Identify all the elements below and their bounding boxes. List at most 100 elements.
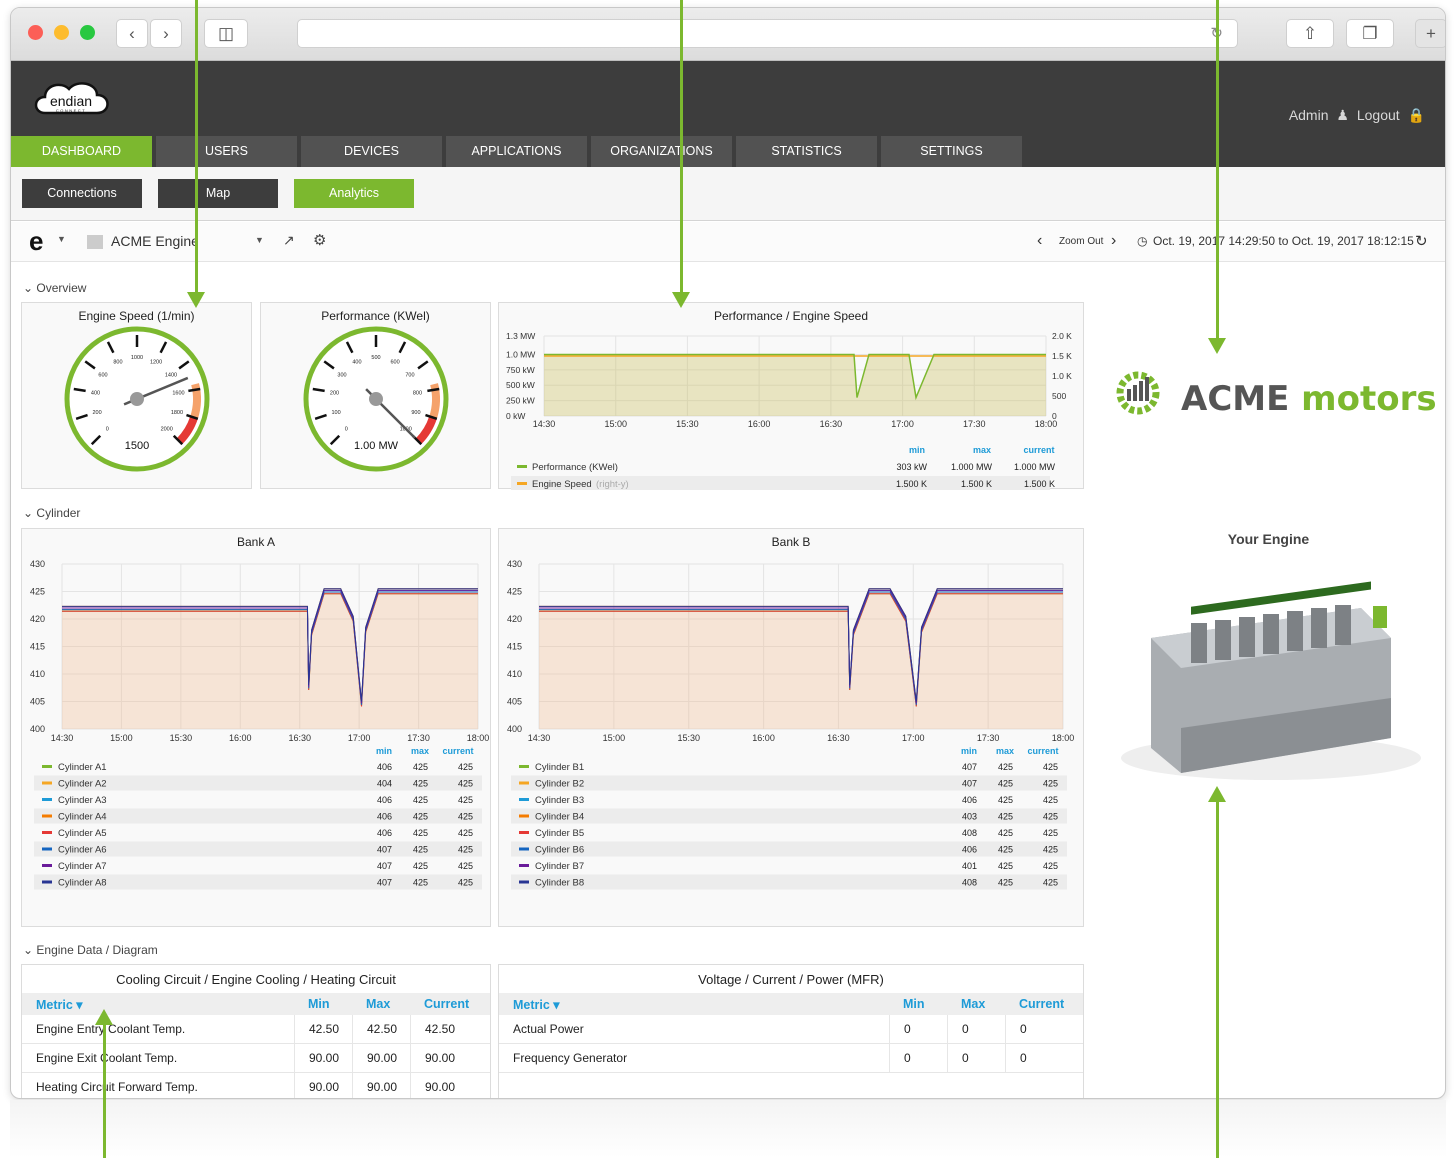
browser-window: ‹ › ◫ ↻ ⇧ ❐ + endian CONNECT Admin ♟ Log… xyxy=(10,7,1446,1099)
tab-users[interactable]: USERS xyxy=(156,136,297,167)
table-cell: 42.50 xyxy=(352,1014,410,1044)
cooling-table: Metric ▾ Min Max Current Engine Entry Coolan… xyxy=(22,993,490,1098)
tab-statistics[interactable]: STATISTICS xyxy=(736,136,877,167)
back-icon[interactable]: ‹ xyxy=(116,19,148,48)
legend-value: 425 xyxy=(458,779,473,789)
table-cell: 90.00 xyxy=(294,1043,352,1073)
share-dashboard-icon[interactable]: ↗ xyxy=(283,232,295,249)
zoom-forward-icon[interactable]: › xyxy=(1111,232,1116,250)
legend-value: 425 xyxy=(998,762,1013,772)
legend-value: 425 xyxy=(413,779,428,789)
y-tick-label: 750 kW xyxy=(506,365,535,375)
refresh-icon[interactable]: ↻ xyxy=(1415,232,1428,250)
legend-swatch xyxy=(519,864,529,867)
x-tick-label: 17:30 xyxy=(407,733,430,743)
row-title: Engine Data / Diagram xyxy=(36,943,158,957)
dashboard-caret-icon[interactable]: ▼ xyxy=(255,235,264,245)
admin-link[interactable]: Admin xyxy=(1289,107,1329,123)
close-dot[interactable] xyxy=(28,25,43,40)
sidebar-icon[interactable]: ◫ xyxy=(204,19,248,48)
legend-name: Cylinder B8 xyxy=(535,878,584,889)
row-overview[interactable]: ⌄ Overview xyxy=(23,281,86,295)
legend-value: 406 xyxy=(377,812,392,822)
x-tick-label: 15:00 xyxy=(110,733,133,743)
tab-settings[interactable]: SETTINGS xyxy=(881,136,1022,167)
column-header-max[interactable]: Max xyxy=(947,997,1005,1011)
column-header-min[interactable]: Min xyxy=(889,997,947,1011)
table-cell: 42.50 xyxy=(294,1014,352,1044)
dashboard-grid-icon xyxy=(87,235,103,249)
legend-name: Cylinder B2 xyxy=(535,779,584,790)
tab-dashboard[interactable]: DASHBOARD xyxy=(11,136,152,173)
table-cell: 0 xyxy=(1005,1014,1083,1044)
performance-chart: 1.3 MW 1.0 MW 750 kW 500 kW 250 kW 0 kW 2.0 K 1… xyxy=(506,331,1072,490)
new-tab-icon[interactable]: + xyxy=(1415,19,1445,48)
tab-organizations[interactable]: ORGANIZATIONS xyxy=(591,136,732,167)
table-row: Actual Power 0 0 0 xyxy=(499,1014,1083,1044)
share-icon[interactable]: ⇧ xyxy=(1286,19,1334,48)
app-logo-icon[interactable]: e xyxy=(29,226,43,257)
legend-swatch xyxy=(42,864,52,867)
legend-value: 425 xyxy=(998,779,1013,789)
performance-chart-panel: Performance / Engine Speed 1.3 MW 1.0 MW 7… xyxy=(498,302,1084,490)
gauge-tick-label: 1400 xyxy=(165,372,177,378)
legend-header: current xyxy=(1023,445,1054,455)
row-title: Cylinder xyxy=(36,506,81,520)
legend-row-bg xyxy=(511,775,1067,791)
map-button[interactable]: Map xyxy=(158,179,278,208)
gauge-tick-label: 800 xyxy=(113,360,122,366)
column-header-metric[interactable]: Metric ▾ xyxy=(499,997,889,1012)
chevron-down-icon: ⌄ xyxy=(23,943,34,957)
column-header-current[interactable]: Current xyxy=(410,997,490,1011)
analytics-button[interactable]: Analytics xyxy=(294,179,414,208)
connections-button[interactable]: Connections xyxy=(22,179,142,208)
zoom-back-icon[interactable]: ‹ xyxy=(1037,232,1042,250)
y-tick-label: 400 xyxy=(30,724,45,734)
gauge-tick-label: 300 xyxy=(337,372,346,378)
svg-text:endian: endian xyxy=(50,93,92,109)
table-cell: 90.00 xyxy=(410,1072,490,1098)
column-header-min[interactable]: Min xyxy=(294,997,352,1011)
column-header-current[interactable]: Current xyxy=(1005,997,1083,1011)
legend-value: 425 xyxy=(458,795,473,805)
address-bar[interactable]: ↻ xyxy=(297,19,1238,48)
time-range-picker[interactable]: Oct. 19, 2017 14:29:50 to Oct. 19, 2017 … xyxy=(1153,234,1414,248)
panel-title: Cooling Circuit / Engine Cooling / Heati… xyxy=(116,972,396,987)
row-cylinder[interactable]: ⌄ Cylinder xyxy=(23,506,80,520)
settings-gear-icon[interactable]: ⚙ xyxy=(313,231,326,249)
legend-name: Cylinder B7 xyxy=(535,861,584,872)
dashboard-picker[interactable]: ACME Engine xyxy=(111,233,197,249)
y-tick-label: 420 xyxy=(30,614,45,624)
x-tick-label: 15:00 xyxy=(604,419,627,429)
column-header-metric[interactable]: Metric ▾ xyxy=(22,997,294,1012)
y-tick-label: 250 kW xyxy=(506,396,535,406)
table-cell: Actual Power xyxy=(513,1021,584,1036)
table-cell: 42.50 xyxy=(410,1014,490,1044)
table-header: Metric ▾ Min Max Current xyxy=(22,993,490,1015)
column-header-max[interactable]: Max xyxy=(352,997,410,1011)
zoom-out-button[interactable]: Zoom Out xyxy=(1059,236,1103,247)
y2-tick-label: 1.5 K xyxy=(1052,351,1072,361)
row-engine-data[interactable]: ⌄ Engine Data / Diagram xyxy=(23,943,158,957)
legend-value: 425 xyxy=(1043,762,1058,772)
table-cell: 0 xyxy=(1005,1043,1083,1073)
logout-link[interactable]: Logout xyxy=(1357,107,1400,123)
y-tick-label: 430 xyxy=(507,559,522,569)
area-fill xyxy=(539,591,1063,729)
tabs-icon[interactable]: ❐ xyxy=(1346,19,1394,48)
chevron-down-icon: ⌄ xyxy=(23,506,34,520)
bank-b-panel: Bank B 430 425 420 415 410 405 400 14:30 15:00 15… xyxy=(498,528,1084,927)
forward-icon[interactable]: › xyxy=(150,19,182,48)
gauge-tick-label: 600 xyxy=(98,372,107,378)
legend-value: 1.500 K xyxy=(896,479,927,489)
tab-devices[interactable]: DEVICES xyxy=(301,136,442,167)
legend-swatch xyxy=(517,465,527,468)
legend-value: 425 xyxy=(458,812,473,822)
legend-swatch xyxy=(519,814,529,818)
power-table-panel: Voltage / Current / Power (MFR) Metric ▾… xyxy=(498,964,1084,1098)
minimize-dot[interactable] xyxy=(54,25,69,40)
tab-applications[interactable]: APPLICATIONS xyxy=(446,136,587,167)
legend-value: 425 xyxy=(413,762,428,772)
zoom-dot[interactable] xyxy=(80,25,95,40)
caret-down-icon[interactable]: ▼ xyxy=(57,234,66,244)
